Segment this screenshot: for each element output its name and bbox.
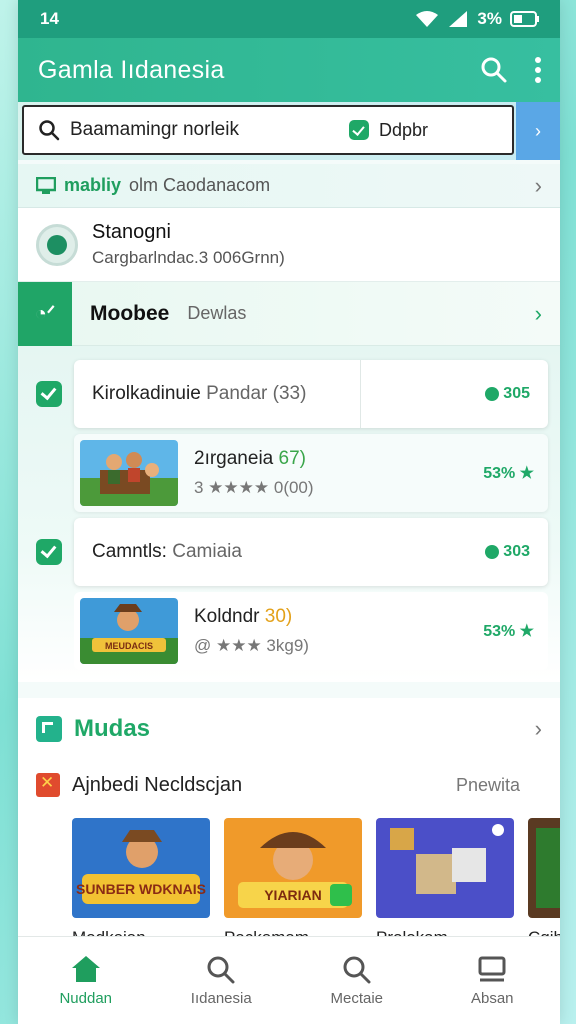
game-tile[interactable]: SUNBER WDKNAIS Modkeian [72, 818, 210, 950]
bottom-nav: Nuddan Iıdanesia Mectaie Absan [18, 936, 560, 1024]
chevron-right-icon: › [535, 120, 541, 141]
filter-label: Ddpbr [378, 119, 428, 140]
nav-home[interactable]: Nuddan [26, 954, 146, 1007]
battery-percent: 3% [477, 9, 502, 28]
search-icon[interactable] [480, 56, 508, 84]
signal-icon [449, 11, 468, 27]
search-icon [343, 956, 371, 984]
list-item-badge: 303 [485, 543, 530, 561]
game-rating: 3 ★★★★ 0(00) [194, 478, 314, 497]
section-title: Mudas [74, 715, 151, 742]
game-list: Kirolkadinuie Pandar (33) 305 2ırganeia … [18, 346, 560, 682]
dot-icon [485, 387, 500, 401]
search-row: Baamamingr norleik Ddpbr › [18, 102, 560, 160]
swords-icon [36, 773, 60, 797]
monitor-icon [36, 176, 56, 194]
game-card: 2ırganeia 67) 3 ★★★★ 0(00) 53% ★ [74, 434, 548, 512]
nav-label: Absan [470, 990, 514, 1007]
source-host: olm Caodanacom [129, 175, 271, 195]
app-bar: Gamla Iıdanesia [18, 38, 560, 102]
list-item-title: Camntls: Camiaia [92, 541, 242, 562]
search-icon [39, 120, 60, 141]
section-header[interactable]: Mudas › [18, 698, 560, 760]
status-time: 14 [40, 9, 59, 28]
game-item[interactable]: 2ırganeia 67) 3 ★★★★ 0(00) 53% ★ [18, 432, 560, 514]
game-tile[interactable]: Prolokam [376, 818, 514, 950]
list-item-badge: 305 [485, 385, 530, 403]
game-tile[interactable]: Cgjh [528, 818, 560, 950]
game-tile-art: YIARIAN [224, 818, 362, 918]
search-go-button[interactable]: › [516, 102, 560, 160]
list-card: Camntls: Camiaia 303 [74, 518, 548, 586]
game-title: 2ırganeia 67) [194, 448, 306, 469]
game-title: Koldndr 30) [194, 606, 293, 627]
recommend-title: Ajnbedi Necldscjan [72, 773, 243, 796]
game-score: 53% ★ [483, 623, 534, 640]
app-title: Gamla Iıdanesia [38, 55, 225, 84]
nav-label: Mectaie [330, 990, 384, 1007]
controller-icon: ◔ᐟ [18, 281, 72, 346]
list-item[interactable]: Kirolkadinuie Pandar (33) 305 [18, 356, 560, 432]
game-score: 53% ★ [483, 465, 534, 482]
game-rating: @ ★★★ 3kg9) [194, 636, 309, 655]
game-tile-art [528, 818, 560, 918]
svg-text:MEUDACIS: MEUDACIS [105, 641, 153, 651]
category-row[interactable]: ◔ᐟ Moobee Dewlas › [18, 281, 560, 346]
chevron-right-icon: › [534, 300, 542, 326]
search-icon [207, 956, 235, 984]
app-screen: 14 3% Gamla Iıdanesia Baamamingr norleik… [18, 0, 560, 1024]
search-text: Baamamingr norleik [70, 119, 239, 140]
avatar [36, 223, 78, 266]
nav-inbox[interactable]: Absan [432, 954, 552, 1007]
nav-label: Nuddan [59, 990, 113, 1007]
inbox-icon [478, 956, 506, 982]
chevron-right-icon: › [534, 716, 542, 741]
game-thumbnail: MEUDACIS [80, 598, 178, 664]
corner-icon [36, 716, 62, 742]
game-thumbnail [80, 440, 178, 506]
category-title: Moobee [90, 301, 170, 325]
game-tile[interactable]: YIARIAN Packemam [224, 818, 362, 950]
search-input[interactable]: Baamamingr norleik Ddpbr [22, 105, 514, 155]
play-icon [47, 234, 67, 255]
status-icons: 3% [415, 9, 540, 29]
category-subtitle: Dewlas [187, 303, 247, 323]
list-item-title: Kirolkadinuie Pandar (33) [92, 383, 307, 404]
game-tile-art: SUNBER WDKNAIS [72, 818, 210, 918]
home-icon [71, 956, 100, 982]
game-item[interactable]: MEUDACIS Koldndr 30) @ ★★★ 3kg9) 53% ★ [18, 590, 560, 672]
game-tile-art [376, 818, 514, 918]
check-shield-icon [348, 120, 369, 140]
battery-icon [510, 11, 539, 27]
nav-discover[interactable]: Mectaie [297, 954, 417, 1007]
game-card: MEUDACIS Koldndr 30) @ ★★★ 3kg9) 53% ★ [74, 592, 548, 670]
dot-icon [485, 545, 500, 559]
recommend-header: Ajnbedi Necldscjan Pnewita [18, 760, 560, 810]
checkbox-icon[interactable] [36, 381, 62, 407]
list-item[interactable]: Camntls: Camiaia 303 [18, 514, 560, 590]
source-label: mabliy [64, 175, 122, 195]
profile-subtitle: Cargbarlndac.3 006Grnn) [92, 248, 285, 267]
status-bar: 14 3% [18, 0, 560, 38]
profile-row[interactable]: Stanogni Cargbarlndac.3 006Grnn) [18, 208, 560, 282]
preview-link[interactable]: Pnewita [456, 775, 520, 796]
list-card: Kirolkadinuie Pandar (33) 305 [74, 360, 548, 428]
svg-text:YIARIAN: YIARIAN [264, 887, 322, 903]
filter-chip[interactable]: Ddpbr [348, 119, 428, 141]
recommend-carousel: SUNBER WDKNAIS Modkeian YIARIAN Packemam… [18, 810, 560, 950]
wifi-icon [416, 11, 439, 27]
nav-label: Iıdanesia [190, 990, 252, 1007]
source-bar[interactable]: mabliy olm Caodanacom › [18, 164, 560, 208]
profile-name: Stanogni [92, 221, 171, 243]
svg-text:SUNBER WDKNAIS: SUNBER WDKNAIS [76, 881, 206, 897]
more-vert-icon[interactable] [534, 57, 542, 83]
nav-search[interactable]: Iıdanesia [161, 954, 281, 1007]
checkbox-icon[interactable] [36, 539, 62, 565]
chevron-right-icon: › [534, 172, 542, 198]
